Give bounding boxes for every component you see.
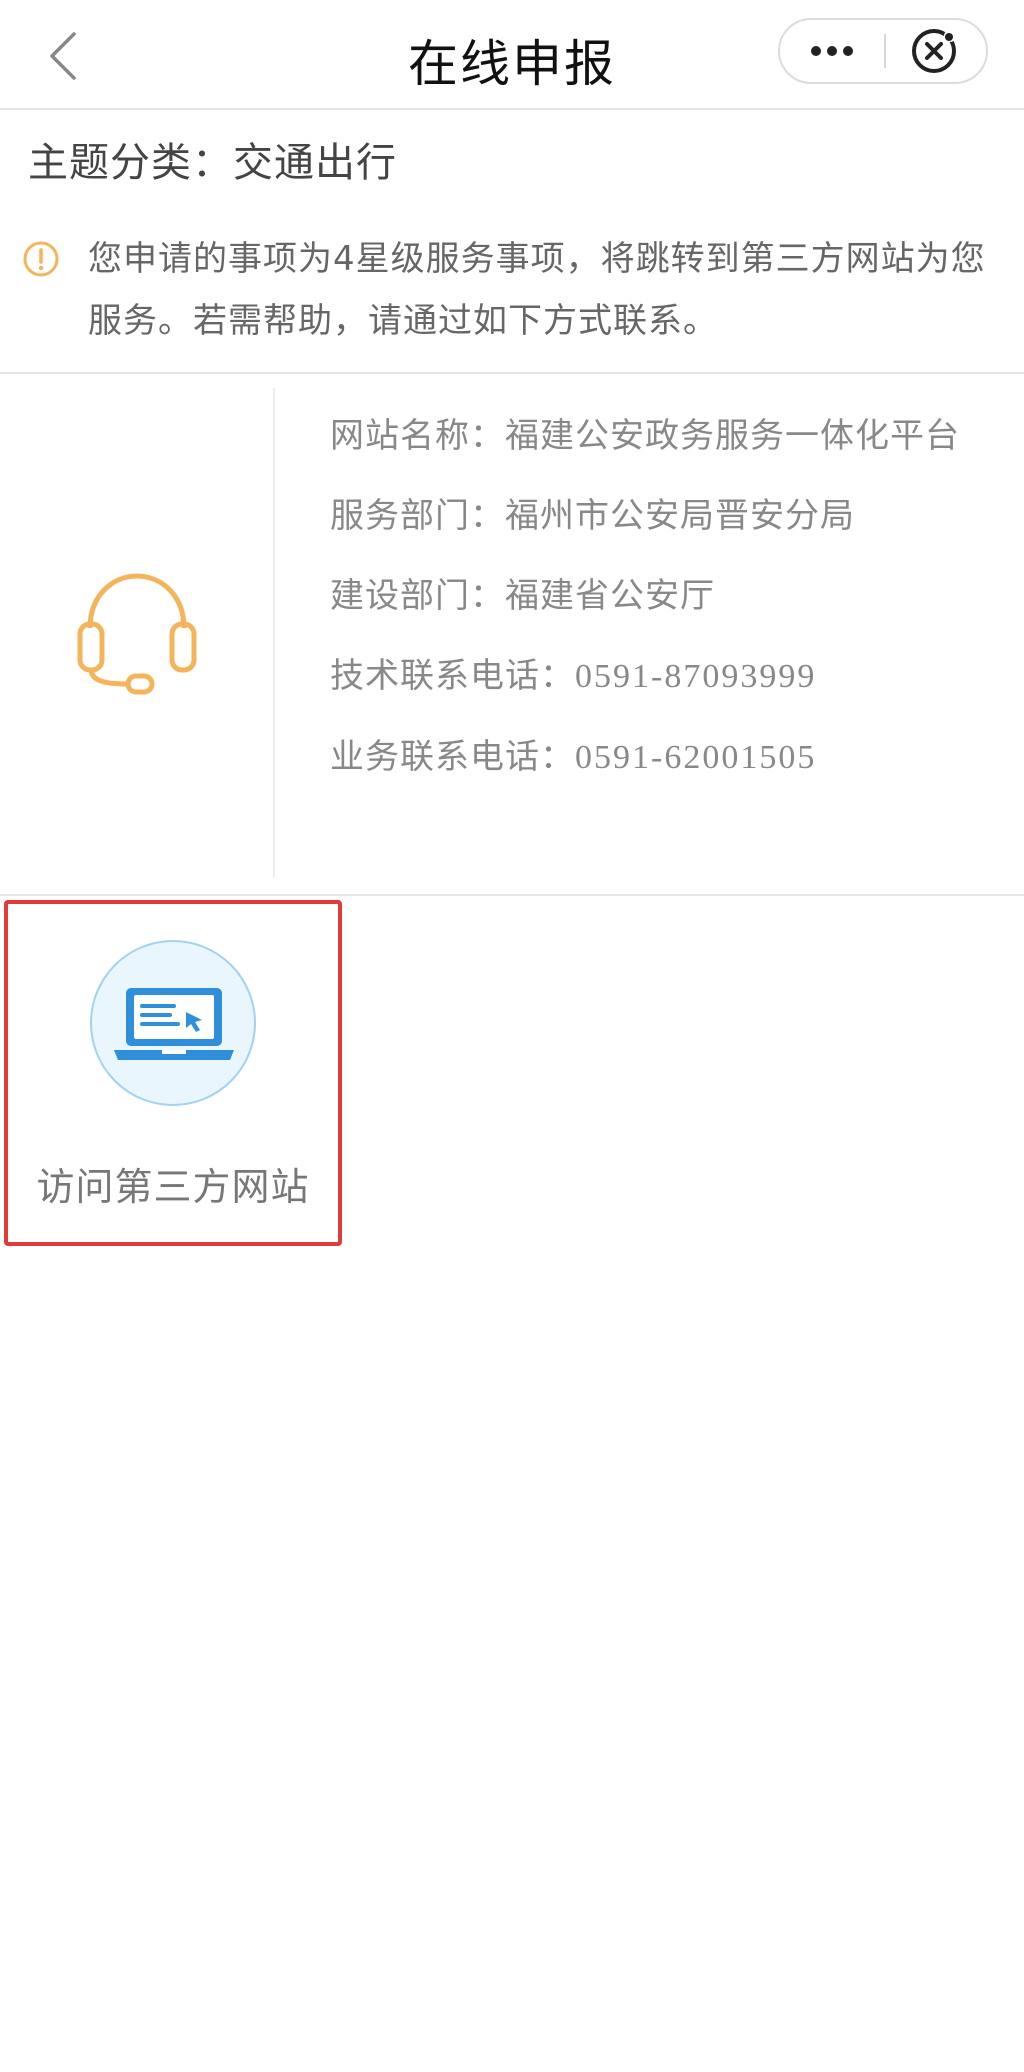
notice-banner: 您申请的事项为4星级服务事项，将跳转到第三方网站为您服务。若需帮助，请通过如下方… — [0, 210, 1024, 374]
tech-phone-label: 技术联系电话： — [330, 656, 575, 696]
tech-phone-value[interactable]: 0591-87093999 — [575, 658, 816, 695]
category-value: 交通出行 — [233, 140, 397, 186]
biz-phone-label: 业务联系电话： — [330, 737, 575, 777]
close-button[interactable] — [886, 20, 986, 82]
headset-icon — [77, 573, 197, 695]
biz-phone-row: 业务联系电话：0591-62001505 — [330, 723, 980, 792]
topic-category: 主题分类：交通出行 — [28, 130, 397, 188]
navigation-bar: 在线申报 — [0, 0, 1024, 110]
close-circle-icon — [912, 29, 956, 73]
service-dept-label: 服务部门： — [330, 496, 505, 536]
visit-third-party-site-button[interactable]: 访问第三方网站 — [4, 900, 342, 1246]
site-name-label: 网站名称： — [330, 416, 505, 456]
tech-phone-row: 技术联系电话：0591-87093999 — [330, 642, 980, 711]
service-dept-value: 福州市公安局晋安分局 — [505, 496, 855, 536]
build-dept-label: 建设部门： — [330, 576, 505, 616]
build-dept-row: 建设部门：福建省公安厅 — [330, 562, 980, 630]
biz-phone-value[interactable]: 0591-62001505 — [575, 739, 816, 776]
contact-details: 网站名称：福建公安政务服务一体化平台 服务部门：福州市公安局晋安分局 建设部门：… — [330, 402, 980, 804]
notice-text: 您申请的事项为4星级服务事项，将跳转到第三方网站为您服务。若需帮助，请通过如下方… — [88, 239, 986, 341]
laptop-icon — [114, 988, 234, 1060]
more-dots-icon — [811, 46, 853, 56]
visit-label: 访问第三方网站 — [36, 1165, 310, 1209]
info-icon — [23, 241, 59, 277]
contact-icon-panel — [0, 388, 275, 878]
site-name-row: 网站名称：福建公安政务服务一体化平台 — [330, 402, 980, 470]
more-button[interactable] — [780, 20, 884, 82]
build-dept-value: 福建省公安厅 — [505, 576, 715, 616]
service-dept-row: 服务部门：福州市公安局晋安分局 — [330, 482, 980, 550]
category-label: 主题分类： — [28, 140, 233, 186]
contact-info: 网站名称：福建公安政务服务一体化平台 服务部门：福州市公安局晋安分局 建设部门：… — [0, 374, 1024, 896]
back-button[interactable] — [40, 28, 90, 84]
mini-program-capsule — [778, 18, 988, 84]
chevron-left-icon — [50, 32, 76, 80]
visit-icon-circle — [90, 940, 256, 1106]
site-name-value: 福建公安政务服务一体化平台 — [505, 416, 960, 456]
